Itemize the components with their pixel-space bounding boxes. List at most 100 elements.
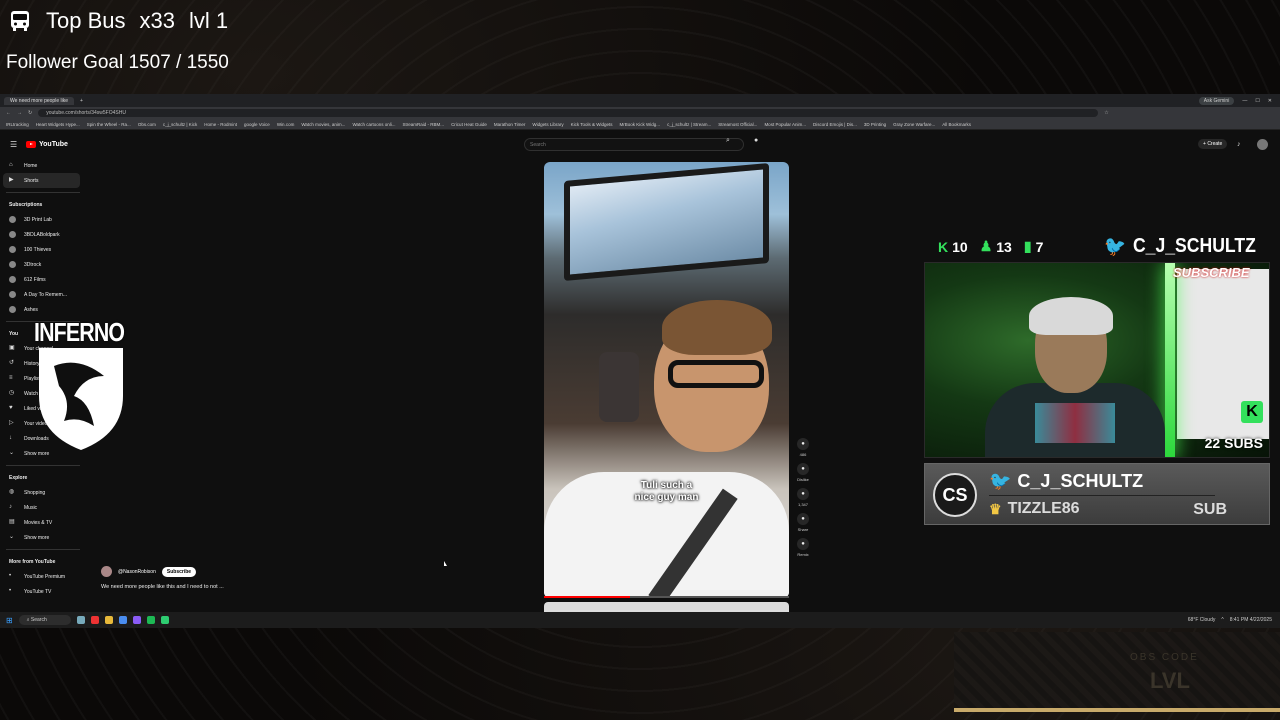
bookmark-item[interactable]: Watch cartoons onli... xyxy=(352,122,395,127)
sidebar-item-label: Home xyxy=(24,162,38,169)
like-icon[interactable]: ● xyxy=(797,438,809,450)
back-icon[interactable]: ← xyxy=(6,110,11,116)
new-tab-button[interactable]: + xyxy=(80,98,83,104)
tab-active[interactable]: We need more people like xyxy=(4,96,74,105)
bookmark-item[interactable]: MrBook Kick Widg... xyxy=(620,122,661,127)
sidebar-item[interactable]: • YouTube Premium xyxy=(0,569,86,584)
comment-icon[interactable]: ● xyxy=(797,488,809,500)
subscriptions-header[interactable]: Subscriptions xyxy=(0,197,86,212)
alert-twitter-row: 🐦 C_J_SCHULTZ xyxy=(989,471,1144,491)
bookmark-item[interactable]: google Voice xyxy=(244,122,270,127)
bookmark-item[interactable]: Spin the Wheel - Ra... xyxy=(87,122,131,127)
short-description[interactable]: We need more people like this and I need… xyxy=(101,584,224,590)
bookmark-item[interactable]: Most Popular Anim... xyxy=(764,122,806,127)
weather-widget[interactable]: 68°F Cloudy xyxy=(1188,617,1216,623)
sidebar-item-label: Music xyxy=(24,504,38,511)
remix-icon[interactable]: ● xyxy=(797,538,809,550)
kick-icon: K xyxy=(938,238,949,255)
top-bus-widget: Top Bus x33 lvl 1 xyxy=(8,6,228,36)
forward-icon[interactable]: → xyxy=(17,110,22,116)
more-from-youtube-header[interactable]: More from YouTube xyxy=(0,554,86,569)
bookmark-item[interactable]: Widgets Library xyxy=(532,122,563,127)
sidebar-item[interactable]: • YouTube TV xyxy=(0,584,86,599)
bookmark-item[interactable]: Obs.com xyxy=(138,122,156,127)
sidebar-item[interactable]: 612 Films xyxy=(0,272,86,287)
folder-icon[interactable] xyxy=(104,616,113,624)
action-remix[interactable]: ● Remix xyxy=(795,538,811,557)
bookmark-item[interactable]: 3D Printing xyxy=(864,122,886,127)
bookmark-item[interactable]: Kick Tools & Widgets xyxy=(571,122,613,127)
sidebar-item[interactable]: ⌄ Show more xyxy=(0,530,86,545)
bookmark-item[interactable]: Home - Rodmint xyxy=(204,122,237,127)
explore-header[interactable]: Explore xyxy=(0,470,86,485)
search-input[interactable]: Search xyxy=(524,137,744,151)
discord-icon[interactable] xyxy=(132,616,141,624)
channel-avatar[interactable] xyxy=(101,566,112,577)
reload-icon[interactable]: ↻ xyxy=(28,110,32,116)
sidebar-item[interactable]: A Day To Remem... xyxy=(0,287,86,302)
app-icon[interactable] xyxy=(160,616,169,624)
bookmark-item[interactable]: Marathon Timer xyxy=(494,122,526,127)
sidebar-item[interactable]: ▤ Movies & TV xyxy=(0,515,86,530)
short-video-player[interactable]: Tuli such a nice guy man xyxy=(544,162,789,598)
action-comment[interactable]: ● 1,347 xyxy=(795,488,811,507)
bookmark-item[interactable]: Discord Emojis | Dis... xyxy=(813,122,857,127)
bell-icon[interactable]: ♪ xyxy=(1237,141,1241,148)
action-dislike[interactable]: ● Dislike xyxy=(795,463,811,482)
sidebar-item[interactable]: 100 Thieves xyxy=(0,242,86,257)
bookmark-item[interactable]: Cricut Heat Guide xyxy=(451,122,487,127)
bookmark-item[interactable]: All Bookmarks xyxy=(942,122,971,127)
bag-icon: ◍ xyxy=(9,489,15,495)
chrome-icon[interactable] xyxy=(118,616,127,624)
maximize-icon[interactable]: ☐ xyxy=(1255,98,1259,104)
share-icon[interactable]: ● xyxy=(797,513,809,525)
widget-icon[interactable] xyxy=(76,616,85,624)
viewer-stat: ♟ 13 xyxy=(979,238,1012,255)
youtube-logo[interactable]: YouTube xyxy=(26,140,68,148)
bookmark-item[interactable]: Watch movies, anim... xyxy=(301,122,345,127)
channel-name[interactable]: @NasonRobison xyxy=(118,569,156,575)
sidebar-item[interactable]: 3Dtrock xyxy=(0,257,86,272)
menu-icon[interactable]: ☰ xyxy=(10,140,17,149)
sidebar-item[interactable]: ▶ Shorts xyxy=(3,173,80,188)
bookmark-item[interactable]: Heart Widgets Hype... xyxy=(36,122,80,127)
url-field[interactable]: youtube.com/shorts/34sw5FO4SHU xyxy=(38,109,1099,117)
avatar[interactable] xyxy=(1257,138,1268,150)
ask-gemini-button[interactable]: Ask Gemini xyxy=(1198,96,1235,105)
dislike-icon[interactable]: ● xyxy=(797,463,809,475)
mic-icon[interactable]: ● xyxy=(754,137,758,144)
subscribe-button[interactable]: Subscribe xyxy=(161,566,197,577)
video-progress-bar[interactable] xyxy=(544,596,789,598)
bookmark-item[interactable]: Win.com xyxy=(277,122,295,127)
windows-start-icon[interactable]: ⊞ xyxy=(6,616,13,625)
sidebar-item[interactable]: ⌂ Home xyxy=(0,158,86,173)
webcam-feed: SUBSCRIBE K 22 SUBS xyxy=(924,262,1270,458)
bookmark-item[interactable]: Gray Zone Warfare... xyxy=(893,122,935,127)
taskbar-search[interactable]: ⌕ Search xyxy=(18,615,71,625)
create-button[interactable]: + Create xyxy=(1198,139,1228,149)
action-share[interactable]: ● Share xyxy=(795,513,811,532)
bookmark-item[interactable]: c_j_schultz | Stream... xyxy=(667,122,711,127)
sidebar-item[interactable]: ♪ Music xyxy=(0,500,86,515)
opera-icon[interactable] xyxy=(90,616,99,624)
bookmark-item[interactable]: c_j_schultz | Kick xyxy=(163,122,197,127)
minimize-icon[interactable]: — xyxy=(1242,98,1247,104)
sidebar-item[interactable]: ◍ Shopping xyxy=(0,485,86,500)
bookmark-item[interactable]: IRLtracking xyxy=(6,122,29,127)
action-like[interactable]: ● 486 xyxy=(795,438,811,457)
star-icon[interactable]: ☆ xyxy=(1104,110,1108,116)
bookmark-item[interactable]: Streamost Official... xyxy=(718,122,757,127)
youtube-red-icon: • xyxy=(9,588,12,594)
next-short-preview[interactable] xyxy=(544,602,789,612)
sidebar-item[interactable]: 3D Print Lab xyxy=(0,212,86,227)
search-icon[interactable]: ⌕ xyxy=(726,137,730,145)
spotify-icon[interactable] xyxy=(146,616,155,624)
sidebar-item[interactable]: 3BDLABoldpark xyxy=(0,227,86,242)
clock[interactable]: 8:41 PM 4/22/2025 xyxy=(1230,617,1272,623)
mouse-cursor xyxy=(444,561,447,566)
tray-chevron-icon[interactable]: ^ xyxy=(1221,617,1223,623)
bookmark-item[interactable]: StreamRaid - RBM... xyxy=(403,122,445,127)
close-icon[interactable]: ✕ xyxy=(1268,98,1272,104)
sidebar-item[interactable]: Ashes xyxy=(0,302,86,317)
sidebar-item-label: 612 Films xyxy=(24,276,46,283)
